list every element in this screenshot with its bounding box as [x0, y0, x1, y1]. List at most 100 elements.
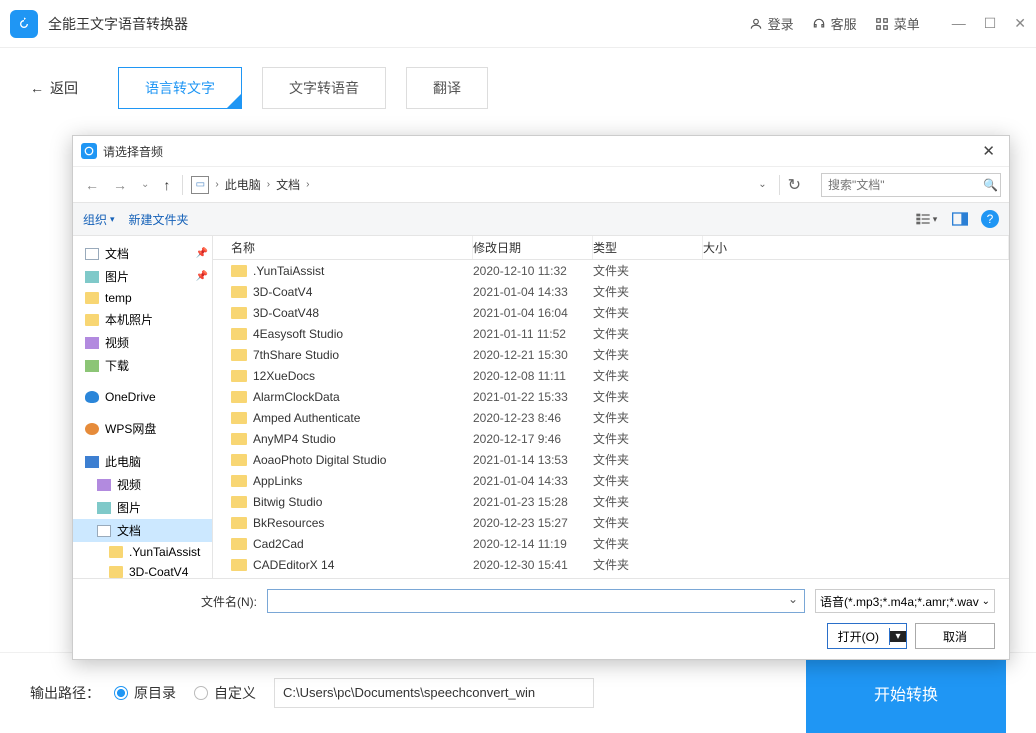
output-path-input[interactable]	[274, 678, 594, 708]
dialog-close-button[interactable]: ✕	[976, 142, 1001, 160]
folder-icon	[231, 433, 247, 445]
preview-pane-button[interactable]	[947, 208, 973, 230]
file-row[interactable]: AlarmClockData2021-01-22 15:33文件夹	[213, 386, 1009, 407]
start-label: 开始转换	[874, 681, 938, 705]
file-row[interactable]: 12XueDocs2020-12-08 11:11文件夹	[213, 365, 1009, 386]
file-type: 文件夹	[593, 367, 703, 384]
radio-label: 原目录	[134, 683, 176, 703]
tree-item[interactable]: 文档 📌	[73, 242, 212, 265]
help-button[interactable]: ?	[981, 210, 999, 228]
tree-item[interactable]: OneDrive	[73, 387, 212, 407]
file-name: Cad2Cad	[253, 537, 304, 551]
folder-icon	[231, 454, 247, 466]
tree-item[interactable]: 视频	[73, 473, 212, 496]
file-row[interactable]: AoaoPhoto Digital Studio2021-01-14 13:53…	[213, 449, 1009, 470]
filename-input[interactable]	[267, 589, 805, 613]
new-folder-button[interactable]: 新建文件夹	[129, 211, 189, 228]
chevron-right-icon[interactable]: ›	[215, 179, 218, 190]
nav-recent-dropdown[interactable]: ⌄	[137, 177, 153, 192]
close-button[interactable]: ✕	[1014, 15, 1026, 32]
search-icon[interactable]: 🔍	[983, 178, 998, 192]
organize-menu[interactable]: 组织 ▾	[83, 211, 115, 228]
video-icon	[85, 337, 99, 349]
nav-forward-button[interactable]: →	[109, 175, 131, 195]
file-type-filter[interactable]: 语音(*.mp3;*.m4a;*.amr;*.wav ⌄	[815, 589, 995, 613]
tree-item[interactable]: 视频	[73, 331, 212, 354]
tree-item[interactable]: .YunTaiAssist	[73, 542, 212, 562]
file-type: 文件夹	[593, 409, 703, 426]
column-name[interactable]: 名称	[213, 236, 473, 259]
tree-item[interactable]: 此电脑	[73, 450, 212, 473]
file-row[interactable]: 7thShare Studio2020-12-21 15:30文件夹	[213, 344, 1009, 365]
folder-icon	[231, 496, 247, 508]
tree-item[interactable]: WPS网盘	[73, 417, 212, 440]
file-list[interactable]: .YunTaiAssist2020-12-10 11:32文件夹3D-CoatV…	[213, 260, 1009, 578]
back-button[interactable]: ← 返回	[30, 78, 78, 98]
start-convert-button[interactable]: 开始转换	[806, 653, 1006, 733]
radio-custom-dir[interactable]: 自定义	[194, 683, 256, 703]
file-row[interactable]: AnyMP4 Studio2020-12-17 9:46文件夹	[213, 428, 1009, 449]
nav-up-button[interactable]: ↑	[159, 175, 174, 195]
open-button[interactable]: 打开(O) ▾	[827, 623, 907, 649]
tree-item[interactable]: 图片📌	[73, 265, 212, 288]
file-row[interactable]: 3D-CoatV482021-01-04 16:04文件夹	[213, 302, 1009, 323]
folder-icon	[231, 391, 247, 403]
tree-item-label: WPS网盘	[105, 420, 156, 437]
chevron-right-icon[interactable]: ›	[267, 179, 270, 190]
column-date[interactable]: 修改日期	[473, 236, 593, 259]
folder-icon	[231, 307, 247, 319]
tree-item-label: 图片	[117, 499, 141, 516]
open-dropdown-icon[interactable]: ▾	[890, 631, 906, 642]
breadcrumb-documents[interactable]: 文档	[276, 176, 300, 193]
tree-item[interactable]: 本机照片	[73, 308, 212, 331]
breadcrumb-this-pc[interactable]: 此电脑	[225, 176, 261, 193]
tree-item-label: 文档	[105, 245, 129, 262]
tree-item[interactable]: 下载	[73, 354, 212, 377]
dialog-titlebar: 请选择音频 ✕	[73, 136, 1009, 166]
tree-item-label: .YunTaiAssist	[129, 545, 200, 559]
chevron-right-icon[interactable]: ›	[306, 179, 309, 190]
column-size[interactable]: 大小	[703, 236, 1009, 259]
chevron-down-icon: ▾	[110, 214, 115, 225]
file-name: .YunTaiAssist	[253, 264, 324, 278]
tree-item[interactable]: temp	[73, 288, 212, 308]
file-row[interactable]: AppLinks2021-01-04 14:33文件夹	[213, 470, 1009, 491]
nav-back-button[interactable]: ←	[81, 175, 103, 195]
file-row[interactable]: .YunTaiAssist2020-12-10 11:32文件夹	[213, 260, 1009, 281]
file-row[interactable]: CADEditorX 142020-12-30 15:41文件夹	[213, 554, 1009, 575]
tab-speech-to-text[interactable]: 语言转文字	[118, 67, 242, 109]
pin-icon: 📌	[196, 248, 208, 259]
search-input[interactable]	[828, 178, 983, 192]
tree-item[interactable]: 3D-CoatV4	[73, 562, 212, 578]
menu-button[interactable]: 菜单	[875, 14, 920, 33]
address-dropdown[interactable]: ⌄	[752, 179, 772, 190]
service-button[interactable]: 客服	[812, 14, 857, 33]
minimize-button[interactable]: —	[952, 15, 966, 32]
dialog-footer: 文件名(N): 语音(*.mp3;*.m4a;*.amr;*.wav ⌄ 打开(…	[73, 579, 1009, 659]
cancel-button[interactable]: 取消	[915, 623, 995, 649]
file-date: 2021-01-04 14:33	[473, 474, 593, 488]
tree-item[interactable]: 图片	[73, 496, 212, 519]
tree-item[interactable]: 文档	[73, 519, 212, 542]
search-box[interactable]: 🔍	[821, 173, 1001, 197]
login-button[interactable]: 登录	[749, 14, 794, 33]
maximize-button[interactable]: ☐	[984, 15, 997, 32]
file-row[interactable]: BkResources2020-12-23 15:27文件夹	[213, 512, 1009, 533]
column-type[interactable]: 类型	[593, 236, 703, 259]
radio-original-dir[interactable]: 原目录	[114, 683, 176, 703]
file-row[interactable]: Bitwig Studio2021-01-23 15:28文件夹	[213, 491, 1009, 512]
refresh-button[interactable]: ↻	[779, 175, 809, 195]
file-row[interactable]: Cad2Cad2020-12-14 11:19文件夹	[213, 533, 1009, 554]
folder-tree[interactable]: 文档📌图片📌temp本机照片视频下载OneDriveWPS网盘此电脑视频图片文档…	[73, 236, 213, 578]
folder-icon	[231, 265, 247, 277]
file-row[interactable]: 3D-CoatV42021-01-04 14:33文件夹	[213, 281, 1009, 302]
file-type: 文件夹	[593, 472, 703, 489]
cancel-label: 取消	[943, 628, 967, 645]
tab-translate[interactable]: 翻译	[406, 67, 488, 109]
tabsbar: ← 返回 语言转文字 文字转语音 翻译	[0, 48, 1036, 128]
file-name: CADEditorX 14	[253, 558, 334, 572]
tab-text-to-speech[interactable]: 文字转语音	[262, 67, 386, 109]
file-row[interactable]: 4Easysoft Studio2021-01-11 11:52文件夹	[213, 323, 1009, 344]
file-row[interactable]: Amped Authenticate2020-12-23 8:46文件夹	[213, 407, 1009, 428]
view-mode-button[interactable]: ▾	[913, 208, 939, 230]
